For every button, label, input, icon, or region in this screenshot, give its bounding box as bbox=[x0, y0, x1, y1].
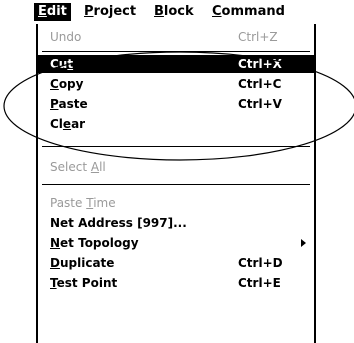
test-point-label-post: est Point bbox=[56, 276, 118, 290]
clear-label-mnemonic: e bbox=[62, 117, 72, 131]
menu-item-paste[interactable]: Paste Ctrl+V bbox=[38, 95, 314, 113]
separator bbox=[42, 146, 310, 147]
menu-bar: Edit Project Block Command bbox=[0, 0, 354, 22]
copy-label-mnemonic: C bbox=[50, 77, 59, 91]
select-all-label-pre: Select bbox=[50, 160, 91, 174]
paste-time-label-pre: Paste bbox=[50, 196, 87, 210]
menu-command[interactable]: Command bbox=[208, 3, 289, 21]
cut-shortcut: Ctrl+X bbox=[238, 57, 282, 71]
net-address-label: Net Address [997]... bbox=[50, 216, 187, 230]
duplicate-shortcut: Ctrl+D bbox=[238, 256, 283, 270]
menu-item-copy[interactable]: Copy Ctrl+C bbox=[38, 75, 314, 93]
paste-label-post: aste bbox=[58, 97, 88, 111]
menu-item-cut[interactable]: Cut Ctrl+X bbox=[38, 55, 314, 73]
menu-project-rest: roject bbox=[93, 4, 137, 19]
cut-label-mnemonic: t bbox=[67, 57, 74, 71]
menu-project[interactable]: Project bbox=[80, 3, 140, 21]
clear-label-post: ar bbox=[71, 117, 86, 131]
paste-time-label-post: ime bbox=[93, 196, 116, 210]
test-point-shortcut: Ctrl+E bbox=[238, 276, 281, 290]
duplicate-label-mnemonic: D bbox=[50, 256, 60, 270]
submenu-arrow-icon bbox=[301, 239, 306, 247]
menu-item-duplicate[interactable]: Duplicate Ctrl+D bbox=[38, 254, 314, 272]
separator bbox=[42, 51, 310, 52]
clear-label-pre: Cl bbox=[50, 117, 63, 131]
menu-item-test-point[interactable]: Test Point Ctrl+E bbox=[38, 274, 314, 292]
menu-item-clear[interactable]: Clear bbox=[38, 115, 314, 133]
undo-label: Undo bbox=[50, 30, 82, 44]
select-all-label-post: ll bbox=[99, 160, 106, 174]
undo-shortcut: Ctrl+Z bbox=[238, 30, 278, 44]
menu-item-paste-time[interactable]: Paste Time bbox=[38, 194, 314, 212]
menu-item-select-all[interactable]: Select All bbox=[38, 158, 314, 176]
menu-block-rest: lock bbox=[163, 4, 194, 19]
paste-shortcut: Ctrl+V bbox=[238, 97, 282, 111]
menu-command-rest: ommand bbox=[221, 4, 285, 19]
menu-command-mnemonic: C bbox=[212, 4, 222, 19]
menu-item-net-address[interactable]: Net Address [997]... bbox=[38, 214, 314, 232]
net-topology-label-post: et Topology bbox=[60, 236, 139, 250]
menu-item-undo[interactable]: Undo Ctrl+Z bbox=[38, 28, 314, 46]
separator bbox=[42, 184, 310, 185]
test-point-label-mnemonic: T bbox=[50, 276, 57, 290]
net-topology-label-mnemonic: N bbox=[50, 236, 61, 250]
menu-project-mnemonic: P bbox=[84, 4, 94, 19]
menu-block[interactable]: Block bbox=[150, 3, 198, 21]
menu-item-net-topology[interactable]: Net Topology bbox=[38, 234, 314, 252]
copy-label-post: opy bbox=[58, 77, 84, 91]
menu-edit[interactable]: Edit bbox=[34, 3, 71, 21]
copy-shortcut: Ctrl+C bbox=[238, 77, 282, 91]
menu-edit-mnemonic: E bbox=[38, 4, 47, 19]
duplicate-label-post: uplicate bbox=[59, 256, 115, 270]
edit-menu-dropdown: Undo Ctrl+Z Cut Ctrl+X Copy Ctrl+C Paste… bbox=[36, 24, 316, 343]
menu-edit-rest: dit bbox=[46, 4, 67, 19]
cut-label-pre: Cu bbox=[50, 57, 68, 71]
select-all-label-mnemonic: A bbox=[90, 160, 100, 174]
menu-block-mnemonic: B bbox=[154, 4, 164, 19]
